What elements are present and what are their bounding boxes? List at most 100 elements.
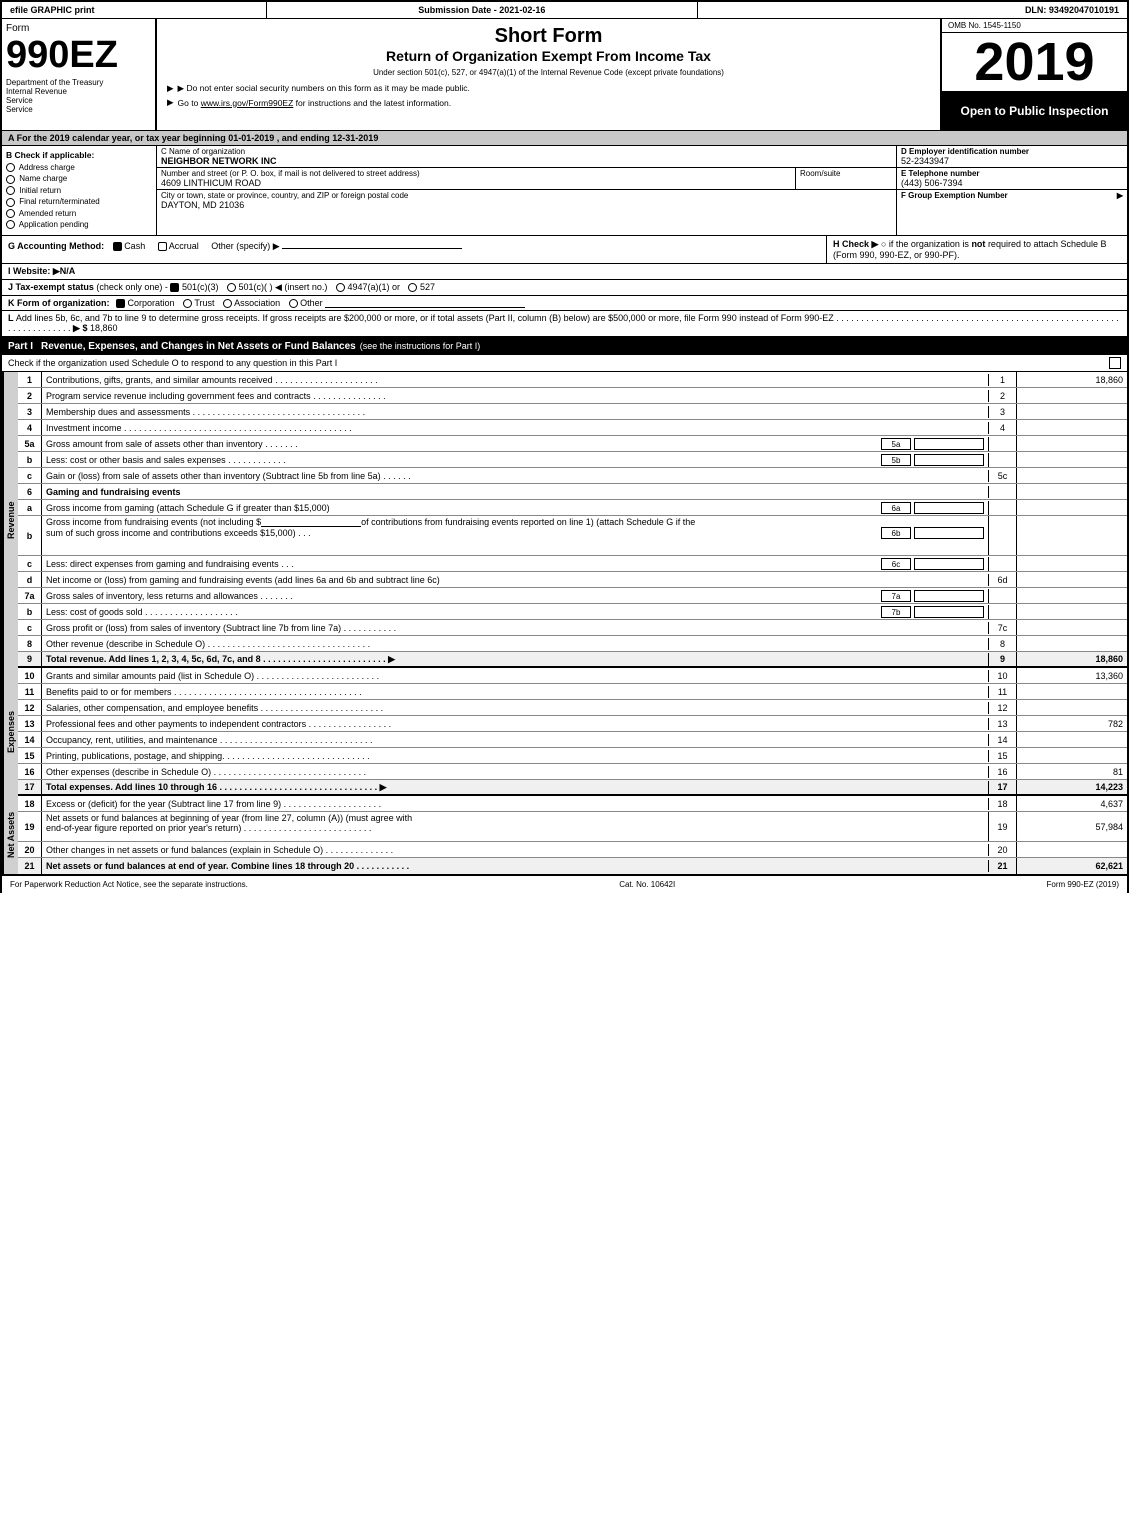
name-change-radio[interactable] [6, 175, 15, 184]
ein-value: 52-2343947 [901, 156, 1123, 166]
schedule-o-checkbox[interactable] [1109, 357, 1121, 369]
row-line: 11 [989, 684, 1017, 699]
4947a1-radio[interactable] [336, 283, 345, 292]
address-change-item[interactable]: Address charge [6, 163, 152, 172]
row-number: c [18, 620, 42, 635]
row-desc: Gross amount from sale of assets other t… [42, 437, 989, 451]
row-amount: 14,223 [1017, 781, 1127, 793]
assoc-radio[interactable] [223, 299, 232, 308]
row-number: 14 [18, 732, 42, 747]
final-return-item[interactable]: Final return/terminated [6, 197, 152, 206]
table-row: 20 Other changes in net assets or fund b… [18, 842, 1127, 858]
row-amount [1017, 427, 1127, 429]
7a-amount-box[interactable] [914, 590, 984, 602]
name-change-item[interactable]: Name charge [6, 174, 152, 183]
fundraising-amount-line [261, 517, 361, 527]
row-amount: 18,860 [1017, 374, 1127, 386]
row-line: 6d [989, 572, 1017, 587]
org-street-section: Number and street (or P. O. box, if mail… [157, 168, 796, 189]
row-amount: 782 [1017, 718, 1127, 730]
row-number: 13 [18, 716, 42, 731]
table-row: 6 Gaming and fundraising events [18, 484, 1127, 500]
7a-label: 7a [881, 590, 911, 602]
501c3-checkbox[interactable] [170, 283, 179, 292]
5b-amount-box[interactable] [914, 454, 984, 466]
5b-label: 5b [881, 454, 911, 466]
row-amount [1017, 443, 1127, 445]
amended-radio[interactable] [6, 209, 15, 218]
row-line: 16 [989, 764, 1017, 779]
address-change-radio[interactable] [6, 163, 15, 172]
row-number: 11 [18, 684, 42, 699]
6c-label: 6c [881, 558, 911, 570]
row-amount [1017, 395, 1127, 397]
omb-section: OMB No. 1545-1150 2019 Open to Public In… [942, 19, 1127, 130]
row-desc: Printing, publications, postage, and shi… [42, 750, 989, 762]
cash-checkbox[interactable] [113, 242, 122, 251]
5a-amount-box[interactable] [914, 438, 984, 450]
revenue-rows: 1 Contributions, gifts, grants, and simi… [18, 372, 1127, 668]
amended-item[interactable]: Amended return [6, 209, 152, 218]
dept3-label: Service [6, 96, 151, 105]
row-line: 13 [989, 716, 1017, 731]
row-amount [1017, 516, 1127, 555]
org-street-row: Number and street (or P. O. box, if mail… [157, 168, 896, 190]
table-row: 12 Salaries, other compensation, and emp… [18, 700, 1127, 716]
6c-amount-box[interactable] [914, 558, 984, 570]
expenses-label: Expenses [2, 668, 18, 796]
row-desc: Gain or (loss) from sale of assets other… [42, 470, 989, 482]
row-desc: Grants and similar amounts paid (list in… [42, 670, 989, 682]
accrual-checkbox[interactable] [158, 242, 167, 251]
section-h: H Check ▶ ○ if the organization is not r… [827, 236, 1127, 263]
other-radio[interactable] [289, 299, 298, 308]
trust-radio[interactable] [183, 299, 192, 308]
table-row: 13 Professional fees and other payments … [18, 716, 1127, 732]
row-number: c [18, 468, 42, 483]
7b-amount-box[interactable] [914, 606, 984, 618]
footer-right: Form 990-EZ (2019) [1047, 880, 1119, 889]
app-pending-radio[interactable] [6, 220, 15, 229]
initial-return-radio[interactable] [6, 186, 15, 195]
row-line [989, 452, 1017, 467]
row-number: 5a [18, 436, 42, 451]
row-desc: Benefits paid to or for members . . . . … [42, 686, 989, 698]
table-row: 16 Other expenses (describe in Schedule … [18, 764, 1127, 780]
table-row: 19 Net assets or fund balances at beginn… [18, 812, 1127, 842]
final-return-radio[interactable] [6, 198, 15, 207]
corp-checkbox[interactable] [116, 299, 125, 308]
527-radio[interactable] [408, 283, 417, 292]
table-row: 8 Other revenue (describe in Schedule O)… [18, 636, 1127, 652]
note1: ▶ ▶ Do not enter social security numbers… [167, 83, 930, 94]
table-row: 3 Membership dues and assessments . . . … [18, 404, 1127, 420]
row-line: 3 [989, 404, 1017, 419]
tel-section: E Telephone number (443) 506-7394 [897, 168, 1127, 190]
app-pending-item[interactable]: Application pending [6, 220, 152, 229]
row-number: 15 [18, 748, 42, 763]
row-amount [1017, 739, 1127, 741]
row-desc: Gross profit or (loss) from sales of inv… [42, 622, 989, 634]
7b-label: 7b [881, 606, 911, 618]
note2: ▶ Go to www.irs.gov/Form990EZ for instru… [167, 97, 930, 108]
service-label: Service [6, 105, 151, 114]
expenses-rows: 10 Grants and similar amounts paid (list… [18, 668, 1127, 796]
initial-return-item[interactable]: Initial return [6, 186, 152, 195]
row-number: 3 [18, 404, 42, 419]
5a-label: 5a [881, 438, 911, 450]
501c-radio[interactable] [227, 283, 236, 292]
other-specify-line [282, 239, 462, 249]
row-line: 17 [989, 780, 1017, 794]
section-l-row: L Add lines 5b, 6c, and 7b to line 9 to … [0, 311, 1129, 338]
row-desc: Salaries, other compensation, and employ… [42, 702, 989, 714]
6b-amount-box[interactable] [914, 527, 984, 539]
org-room-section: Room/suite [796, 168, 896, 189]
row-amount [1017, 627, 1127, 629]
form-main-title: Return of Organization Exempt From Incom… [167, 48, 930, 64]
irs-link[interactable]: www.irs.gov/Form990EZ [201, 98, 294, 108]
table-row: 1 Contributions, gifts, grants, and simi… [18, 372, 1127, 388]
net-assets-label: Net Assets [2, 796, 18, 874]
year-display: 2019 [942, 33, 1127, 92]
6a-amount-box[interactable] [914, 502, 984, 514]
row-line: 4 [989, 420, 1017, 435]
form-990ez-label: 990EZ [6, 36, 151, 74]
section-i-row: I Website: ▶N/A [0, 264, 1129, 280]
